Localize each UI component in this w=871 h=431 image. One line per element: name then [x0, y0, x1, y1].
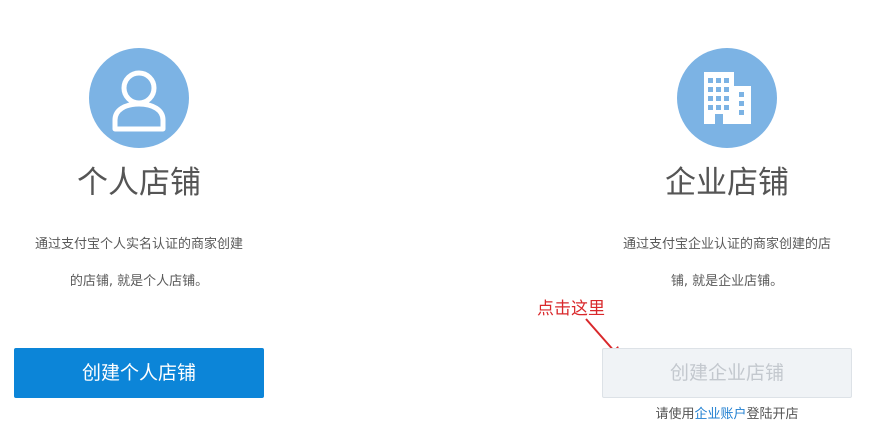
personal-store-title: 个人店铺: [77, 165, 201, 201]
user-icon: [112, 70, 166, 132]
enterprise-store-title: 企业店铺: [665, 165, 789, 201]
create-enterprise-store-button[interactable]: 创建企业店铺: [602, 348, 852, 398]
personal-store-description: 通过支付宝个人实名认证的商家创建 的店铺, 就是个人店铺。: [8, 226, 270, 300]
enterprise-account-link[interactable]: 企业账户: [694, 407, 746, 422]
enterprise-store-description: 通过支付宝企业认证的商家创建的店 铺, 就是企业店铺。: [596, 226, 858, 300]
personal-store-description-line2: 的店铺, 就是个人店铺。: [69, 274, 209, 289]
enterprise-store-icon-circle: [677, 48, 777, 148]
create-personal-store-button[interactable]: 创建个人店铺: [14, 348, 264, 398]
enterprise-store-description-line1: 通过支付宝企业认证的商家创建的店: [622, 237, 831, 252]
personal-store-description-line1: 通过支付宝个人实名认证的商家创建: [34, 237, 243, 252]
enterprise-store-description-line2: 铺, 就是企业店铺。: [670, 274, 784, 289]
hint-prefix: 请使用: [655, 407, 695, 422]
hint-suffix: 登陆开店: [746, 407, 799, 422]
building-icon: [704, 72, 751, 124]
enterprise-login-hint: 请使用企业账户登陆开店: [602, 403, 852, 422]
personal-store-icon-circle: [89, 48, 189, 148]
